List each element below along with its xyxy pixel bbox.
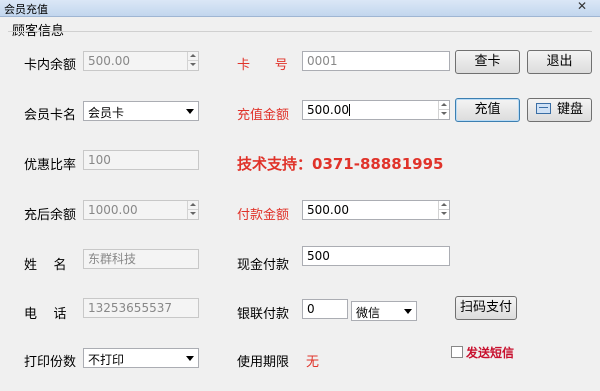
customer-name-label: 姓 名	[24, 258, 67, 273]
close-icon[interactable]: ✕	[570, 0, 594, 13]
customer-name-field: 东群科技	[83, 249, 199, 269]
card-balance-spinner	[187, 52, 198, 70]
payment-amount-spinner[interactable]	[438, 201, 449, 219]
card-number-label: 卡 号	[237, 58, 288, 73]
expiry-value: 无	[306, 355, 320, 370]
send-sms-checkbox[interactable]	[451, 346, 463, 358]
card-name-label: 会员卡名	[24, 108, 77, 123]
exit-button[interactable]: 退出	[527, 50, 592, 74]
unionpay-payment-input[interactable]: 0	[302, 299, 348, 319]
payment-amount-label: 付款金额	[237, 208, 290, 223]
payment-amount-input[interactable]: 500.00	[302, 200, 450, 220]
keyboard-icon	[535, 103, 551, 114]
expiry-label: 使用期限	[237, 355, 290, 370]
cash-payment-input[interactable]: 500	[302, 246, 450, 266]
recharge-amount-input[interactable]: 500.00	[302, 100, 450, 120]
discount-field: 100	[83, 150, 199, 170]
group-label: 顾客信息	[10, 20, 67, 39]
text-caret	[349, 104, 350, 116]
group-divider	[8, 31, 592, 32]
window-title: 会员充值	[4, 3, 48, 16]
card-balance-label: 卡内余额	[24, 58, 77, 73]
discount-label: 优惠比率	[24, 158, 77, 173]
after-balance-spinner	[187, 201, 198, 219]
cash-payment-label: 现金付款	[237, 258, 290, 273]
print-copies-label: 打印份数	[24, 355, 77, 370]
after-balance-label: 充后余额	[24, 208, 77, 223]
print-copies-select[interactable]: 不打印	[83, 348, 199, 368]
recharge-amount-label: 充值金额	[237, 108, 290, 123]
card-number-input[interactable]: 0001	[302, 51, 450, 71]
title-bar: 会员充值 ✕	[0, 0, 600, 17]
phone-label: 电 话	[24, 307, 67, 322]
recharge-amount-spinner[interactable]	[438, 101, 449, 119]
payment-method-select[interactable]: 微信	[351, 301, 417, 321]
send-sms-label[interactable]: 发送短信	[466, 344, 514, 361]
tech-support-text: 技术支持：0371-88881995	[237, 155, 444, 173]
card-name-select[interactable]: 会员卡	[83, 101, 199, 121]
query-card-button[interactable]: 查卡	[455, 50, 520, 74]
recharge-button[interactable]: 充值	[455, 98, 520, 122]
keyboard-button-label: 键盘	[556, 102, 583, 117]
chevron-down-icon	[186, 109, 194, 114]
card-balance-field: 500.00	[83, 51, 199, 71]
scan-pay-button[interactable]: 扫码支付	[455, 296, 517, 320]
keyboard-button[interactable]: 键盘	[527, 98, 592, 122]
chevron-down-icon	[186, 356, 194, 361]
phone-field: 13253655537	[83, 298, 199, 318]
after-balance-field: 1000.00	[83, 200, 199, 220]
chevron-down-icon	[404, 309, 412, 314]
unionpay-payment-label: 银联付款	[237, 307, 290, 322]
